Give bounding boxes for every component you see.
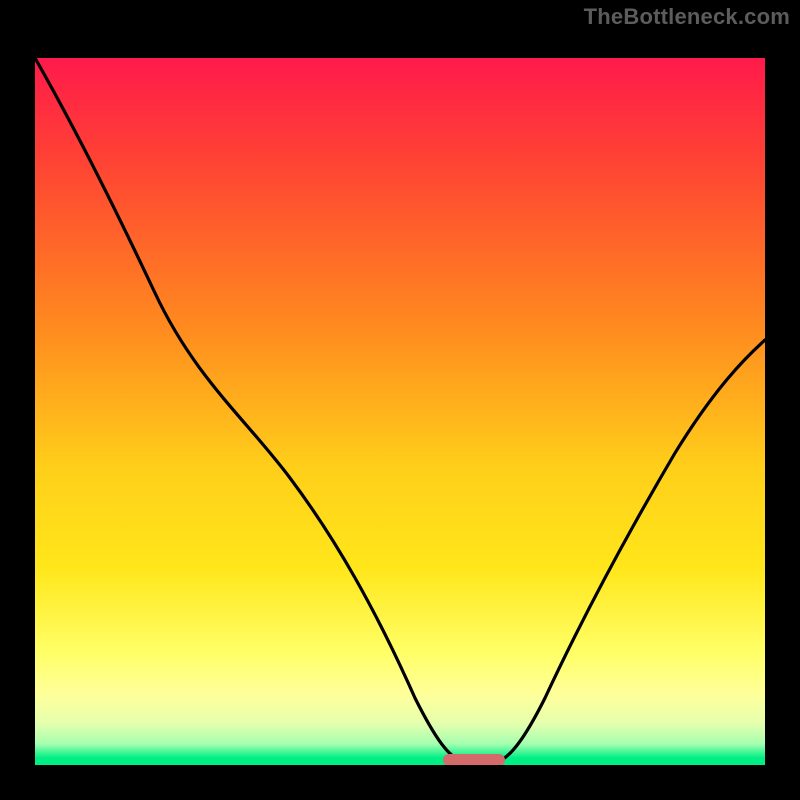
optimal-range-marker (443, 754, 505, 765)
bottleneck-curve (35, 58, 765, 765)
watermark-text: TheBottleneck.com (584, 4, 790, 30)
bottleneck-curve-path (35, 58, 765, 762)
chart-plot-area (35, 58, 765, 765)
